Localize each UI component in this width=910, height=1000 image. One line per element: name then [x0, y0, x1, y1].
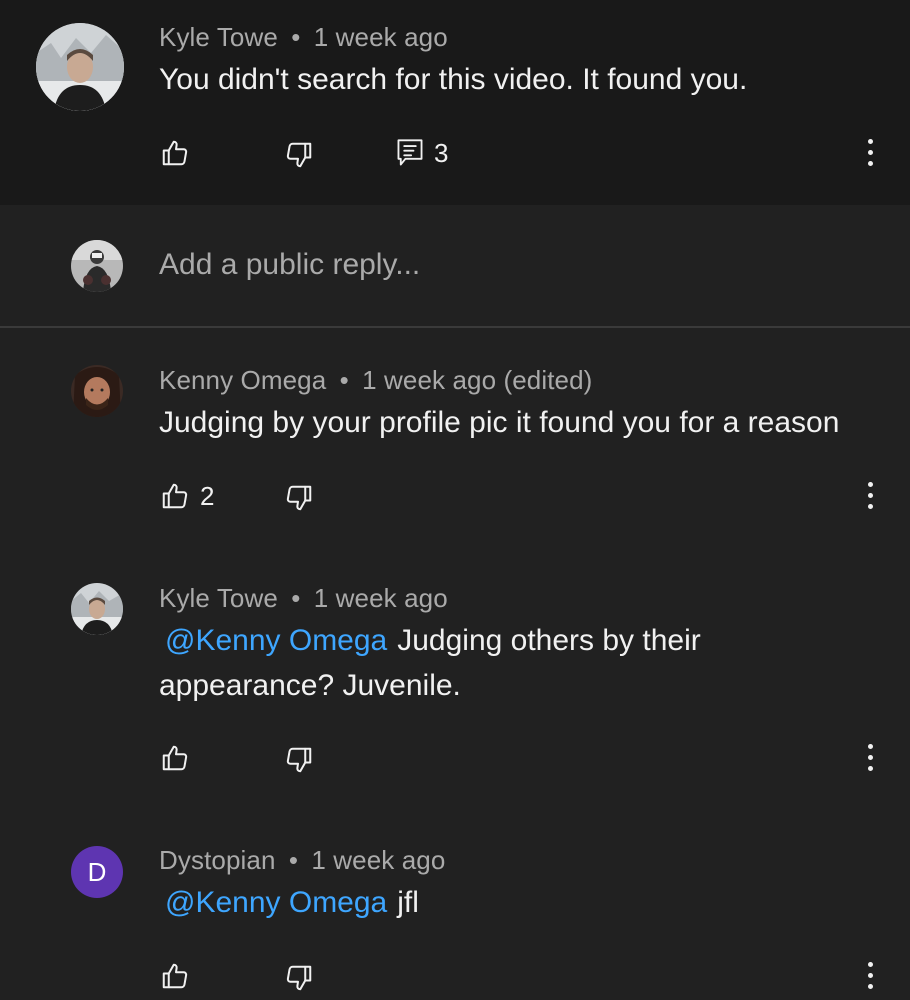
reply-count: 3 [434, 137, 449, 168]
dislike-button[interactable] [284, 478, 314, 518]
thumbs-down-icon [286, 747, 312, 773]
thumbs-down-icon [286, 142, 312, 168]
thumbs-up-icon [162, 483, 188, 509]
thumbs-down-icon [286, 485, 312, 511]
more-options-button[interactable] [860, 959, 880, 995]
comment-text: You didn't search for this video. It fou… [159, 63, 748, 96]
comment-meta: Kyle Towe • 1 week ago [159, 583, 448, 614]
comment-text: @Kenny Omega jfl [159, 880, 419, 926]
dislike-button[interactable] [284, 958, 314, 998]
top-comment: Kyle Towe • 1 week ago You didn't search… [0, 0, 910, 205]
avatar[interactable] [36, 23, 124, 111]
more-vert-icon [867, 744, 873, 749]
avatar[interactable]: D [71, 846, 123, 898]
reply-input[interactable]: Add a public reply... [159, 248, 420, 282]
more-vert-icon [867, 482, 873, 487]
current-user-avatar [71, 240, 123, 292]
comment-meta: Dystopian • 1 week ago [159, 845, 445, 876]
timestamp: 1 week ago [311, 845, 446, 875]
timestamp: 1 week ago [313, 583, 448, 613]
author-name[interactable]: Kyle Towe [159, 583, 278, 613]
thumbs-up-icon [162, 745, 188, 771]
timestamp: 1 week ago (edited) [362, 365, 593, 395]
thumbs-up-icon [162, 140, 188, 166]
mention-link[interactable]: @Kenny Omega [165, 624, 387, 657]
like-count: 2 [200, 480, 215, 511]
comment-text-line: jfl [397, 886, 419, 919]
like-button[interactable] [160, 956, 190, 996]
mention-link[interactable]: @Kenny Omega [165, 886, 387, 919]
author-name[interactable]: Kyle Towe [159, 22, 278, 52]
like-button[interactable] [160, 738, 190, 778]
more-options-button[interactable] [860, 479, 880, 515]
comment-meta: Kyle Towe • 1 week ago [159, 22, 448, 53]
like-button[interactable] [160, 133, 190, 173]
more-vert-icon [867, 139, 873, 144]
separator-dot: • [339, 365, 349, 395]
comment-text-line: Judging others by their [397, 624, 701, 657]
separator-dot: • [291, 22, 301, 52]
comment-icon [397, 139, 423, 166]
separator-dot: • [291, 583, 301, 613]
dislike-button[interactable] [284, 740, 314, 780]
more-options-button[interactable] [860, 741, 880, 777]
thumbs-up-icon [162, 963, 188, 989]
avatar[interactable] [71, 365, 123, 417]
author-name[interactable]: Dystopian [159, 845, 276, 875]
author-name[interactable]: Kenny Omega [159, 365, 326, 395]
more-vert-icon [867, 962, 873, 967]
comment-text-line: appearance? Juvenile. [159, 669, 461, 702]
reply-bar: Add a public reply... [0, 205, 910, 328]
comment-text: Judging by your profile pic it found you… [159, 406, 840, 439]
dislike-button[interactable] [284, 135, 314, 175]
comment-meta: Kenny Omega • 1 week ago (edited) [159, 365, 592, 396]
more-options-button[interactable] [860, 136, 880, 172]
avatar[interactable] [71, 583, 123, 635]
comment-text: @Kenny Omega Judging others by their [159, 618, 701, 664]
replies-button[interactable]: 3 [396, 133, 448, 173]
timestamp: 1 week ago [313, 22, 448, 52]
thumbs-down-icon [286, 965, 312, 991]
like-button[interactable]: 2 [160, 476, 214, 516]
separator-dot: • [288, 845, 299, 875]
